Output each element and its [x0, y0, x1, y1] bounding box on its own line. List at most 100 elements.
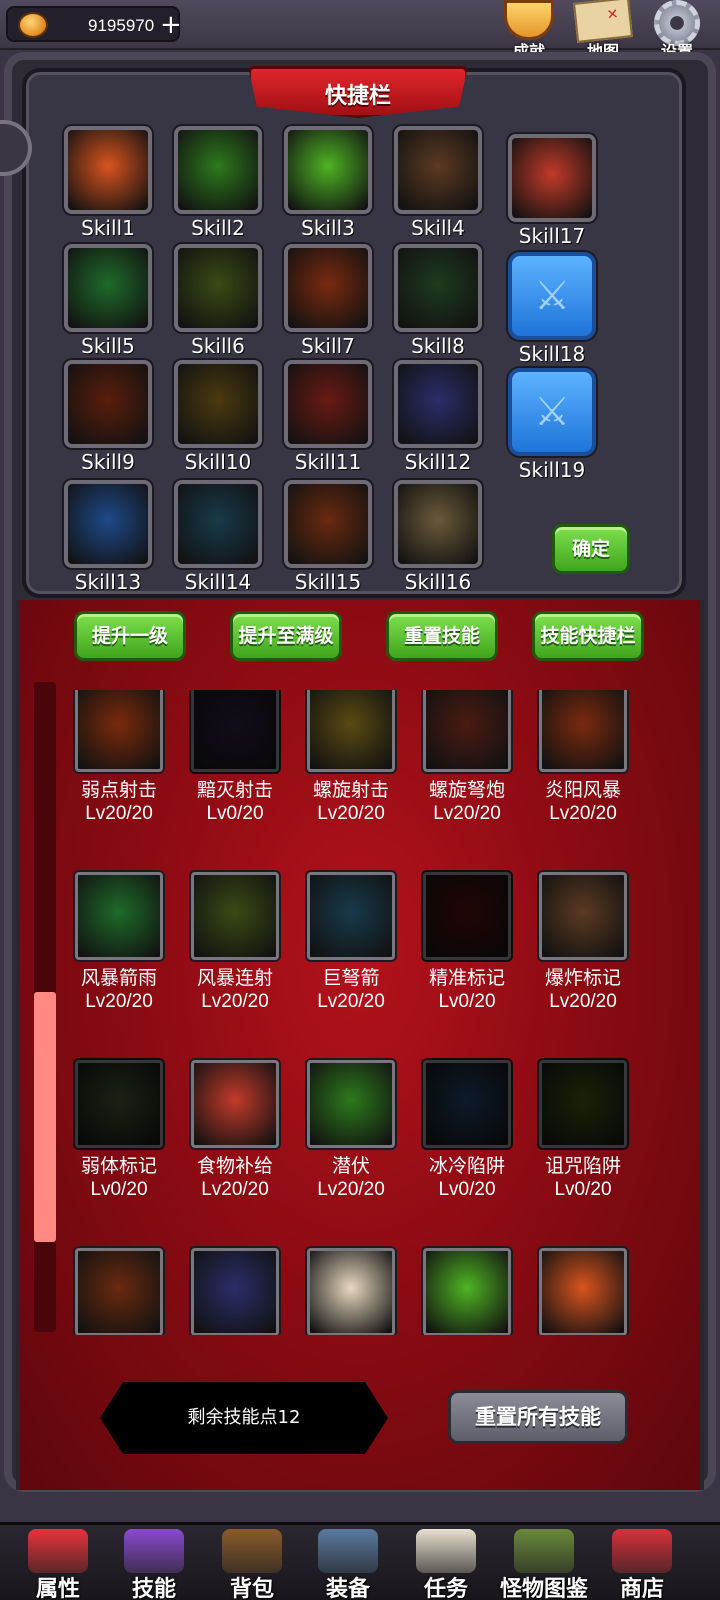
skill-level: Lv20/20 [201, 991, 269, 1012]
quickbar-slot[interactable]: ⚔ Skill18 [508, 252, 596, 366]
nav-label: 商店 [619, 1577, 664, 1600]
quickbar-slot-label: Skill19 [518, 458, 586, 482]
quickbar-slot[interactable]: Skill5 [64, 244, 152, 358]
skill-item[interactable]: 风暴箭雨 Lv20/20 [64, 872, 174, 1014]
skill-item[interactable]: 爆炸标记 Lv20/20 [528, 872, 638, 1014]
quickbar-slot[interactable]: Skill3 [284, 126, 372, 240]
nav-helmet[interactable]: 装备 [298, 1525, 398, 1600]
nav-backpack[interactable]: 背包 [202, 1525, 302, 1600]
skill-item[interactable]: 多重箭 [180, 1248, 290, 1335]
quickbar-slot[interactable]: Skill11 [284, 360, 372, 474]
add-coins-button[interactable]: + [160, 10, 182, 40]
skill-item[interactable]: 风暴连射 Lv20/20 [180, 872, 290, 1014]
quickbar-slot[interactable]: Skill7 [284, 244, 372, 358]
skill-item[interactable]: 螺旋弩炮 Lv20/20 [412, 690, 522, 826]
skill-name: 潜伏 [331, 1155, 370, 1177]
skill-item[interactable]: 狩猎时刻 [528, 1248, 638, 1335]
skill-name: 黯灭射击 [196, 779, 273, 801]
skill-level: Lv20/20 [549, 803, 617, 824]
skill-name: 精准标记 [428, 967, 505, 989]
skill-item[interactable]: 诅咒陷阱 Lv0/20 [528, 1060, 638, 1202]
settings-button[interactable]: 设置 [642, 0, 712, 61]
skill-item[interactable]: 精准标记 Lv0/20 [412, 872, 522, 1014]
quickbar-slot[interactable]: Skill17 [508, 134, 596, 248]
heart-icon [28, 1529, 88, 1573]
skill-level: Lv20/20 [433, 803, 501, 824]
quickbar-slot[interactable]: Skill6 [174, 244, 262, 358]
nav-open-book[interactable]: 怪物图鉴 [494, 1525, 594, 1600]
map-button[interactable]: 地图 [568, 0, 638, 61]
upgrade-one-level-button[interactable]: 提升一级 [74, 611, 186, 661]
top-bar: 9195970 + 成就 地图 设置 [0, 0, 720, 61]
quickbar-slot-label: Skill4 [411, 216, 465, 240]
skill-item[interactable]: 炎阳风暴 Lv20/20 [528, 690, 638, 826]
quickbar-slot[interactable]: Skill8 [394, 244, 482, 358]
scroll-seal-icon [416, 1529, 476, 1573]
skill-name: 螺旋射击 [312, 779, 389, 801]
skill-item[interactable]: 弱体标记 Lv0/20 [64, 1060, 174, 1202]
green-bow-icon [174, 244, 262, 332]
quickbar-slot[interactable]: ⚔ Skill19 [508, 368, 596, 482]
skill-item[interactable]: 巨弩箭 Lv20/20 [296, 872, 406, 1014]
skill-item[interactable]: 冰冷陷阱 Lv0/20 [412, 1060, 522, 1202]
skill-list[interactable]: 弱点射击 Lv20/20 黯灭射击 Lv0/20 螺旋射击 Lv20/20 螺旋弩炮 Lv20… [60, 690, 660, 1335]
nav-label: 怪物图鉴 [499, 1577, 588, 1600]
skill-item[interactable]: 食物补给 Lv20/20 [180, 1060, 290, 1202]
skill-name: 弱体标记 [80, 1155, 157, 1177]
skill-name: 巨弩箭 [322, 967, 380, 989]
shop-stall-icon [612, 1529, 672, 1573]
confirm-button[interactable]: 确定 [552, 524, 630, 574]
reset-all-skills-button[interactable]: 重置所有技能 [448, 1390, 628, 1444]
skill-list-scrollbar[interactable] [34, 682, 56, 1332]
quickbar-slot[interactable]: Skill4 [394, 126, 482, 240]
blue-crossbow-icon [174, 480, 262, 568]
quickbar-slot-label: Skill6 [191, 334, 245, 358]
glowing-eyes-bush-icon [174, 126, 262, 214]
quickbar-slot[interactable]: Skill9 [64, 360, 152, 474]
quickbar-slot[interactable]: Skill2 [174, 126, 262, 240]
fox-silhouette-icon [539, 1248, 627, 1335]
quickbar-slot[interactable]: Skill10 [174, 360, 262, 474]
fox-silhouette-icon [64, 126, 152, 214]
skill-level: Lv0/20 [206, 803, 264, 824]
weak-point-arrow-icon [75, 690, 163, 772]
meat-heal-icon [191, 1060, 279, 1148]
upgrade-max-level-button[interactable]: 提升至满级 [230, 611, 342, 661]
quickbar-slot[interactable]: Skill16 [394, 480, 482, 594]
map-icon [573, 0, 633, 43]
skill-quickbar-button[interactable]: 技能快捷栏 [532, 611, 644, 661]
meat-heal-icon [508, 134, 596, 222]
nav-heart[interactable]: 属性 [8, 1525, 108, 1600]
skill-item[interactable]: 螺旋射击 Lv20/20 [296, 690, 406, 826]
quickbar-slot-label: Skill3 [301, 216, 355, 240]
nav-spellbook[interactable]: 技能 [104, 1525, 204, 1600]
skill-name: 螺旋弩炮 [428, 779, 505, 801]
quickbar-slot[interactable]: Skill15 [284, 480, 372, 594]
quickbar-slot[interactable]: Skill1 [64, 126, 152, 240]
quickbar-slot-label: Skill16 [404, 570, 472, 594]
quickbar-slot[interactable]: Skill13 [64, 480, 152, 594]
hooded-archer-icon [394, 480, 482, 568]
skill-item[interactable]: 猎鹰之眼 [412, 1248, 522, 1335]
skill-item[interactable]: 爆炸陷阱 [64, 1248, 174, 1335]
helmet-icon [318, 1529, 378, 1573]
skill-item[interactable]: 射手专精 [296, 1248, 406, 1335]
skill-item[interactable]: 弱点射击 Lv20/20 [64, 690, 174, 826]
scrollbar-thumb[interactable] [34, 992, 56, 1242]
skill-level: Lv0/20 [438, 1179, 496, 1200]
quickbar-slot-label: Skill2 [191, 216, 245, 240]
skill-item[interactable]: 潜伏 Lv20/20 [296, 1060, 406, 1202]
weakness-mark-icon [75, 1060, 163, 1148]
reset-skill-button[interactable]: 重置技能 [386, 611, 498, 661]
skill-item[interactable]: 黯灭射击 Lv0/20 [180, 690, 290, 826]
skill-name: 弱点射击 [80, 779, 157, 801]
quickbar-slot[interactable]: Skill12 [394, 360, 482, 474]
skill-name: 炎阳风暴 [544, 779, 621, 801]
green-swirl-eye-icon [284, 126, 372, 214]
fire-trap-icon [75, 1248, 163, 1335]
nav-scroll-seal[interactable]: 任务 [396, 1525, 496, 1600]
nav-shop-stall[interactable]: 商店 [592, 1525, 692, 1600]
bottom-nav: 属性 技能 背包 装备 任务 怪物图鉴 商店 [0, 1522, 720, 1600]
quickbar-slot[interactable]: Skill14 [174, 480, 262, 594]
achievements-button[interactable]: 成就 [494, 0, 564, 61]
